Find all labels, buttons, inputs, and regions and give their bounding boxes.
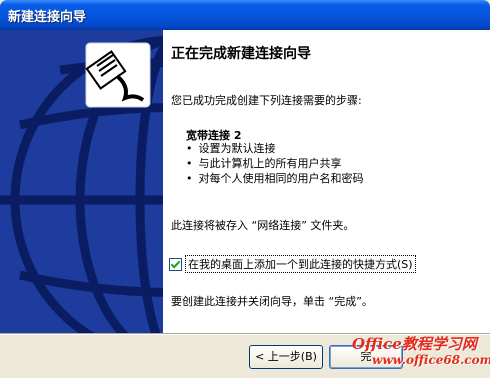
checkbox-label[interactable]: 在我的桌面上添加一个到此连接的快捷方式(S) — [185, 255, 416, 273]
list-item: 设置为默认连接 — [186, 141, 364, 156]
page-title: 正在完成新建连接向导 — [171, 46, 311, 62]
title-bar[interactable]: 新建连接向导 — [0, 0, 490, 30]
desktop-shortcut-checkbox[interactable]: 在我的桌面上添加一个到此连接的快捷方式(S) — [169, 255, 416, 273]
wizard-content: 正在完成新建连接向导 您已成功完成创建下列连接需要的步骤: 宽带连接 2 设置为… — [163, 30, 490, 334]
wizard-window: 新建连接向导 正在完成新建连接向导 您已成功完成创建下列连接需要的步骤: 宽带连… — [0, 0, 490, 378]
finish-note: 要创建此连接并关闭向导，单击 “完成”。 — [171, 295, 373, 308]
list-item: 对每个人使用相同的用户名和密码 — [186, 171, 364, 186]
watermark-text: Office教程学习网 — [352, 335, 477, 353]
checkbox-box[interactable] — [169, 257, 182, 271]
store-note: 此连接将被存入 “网络连接” 文件夹。 — [171, 219, 355, 232]
watermark-logo: Office教程学习网 www.office68.com — [352, 336, 490, 368]
network-cable-plug-icon — [85, 42, 151, 108]
back-button[interactable]: < 上一步(B) — [249, 345, 323, 369]
watermark-url: www.office68.com — [372, 353, 490, 367]
intro-text: 您已成功完成创建下列连接需要的步骤: — [171, 94, 362, 107]
list-item: 与此计算机上的所有用户共享 — [186, 156, 364, 171]
steps-list: 设置为默认连接 与此计算机上的所有用户共享 对每个人使用相同的用户名和密码 — [186, 141, 364, 186]
window-title: 新建连接向导 — [8, 10, 87, 25]
